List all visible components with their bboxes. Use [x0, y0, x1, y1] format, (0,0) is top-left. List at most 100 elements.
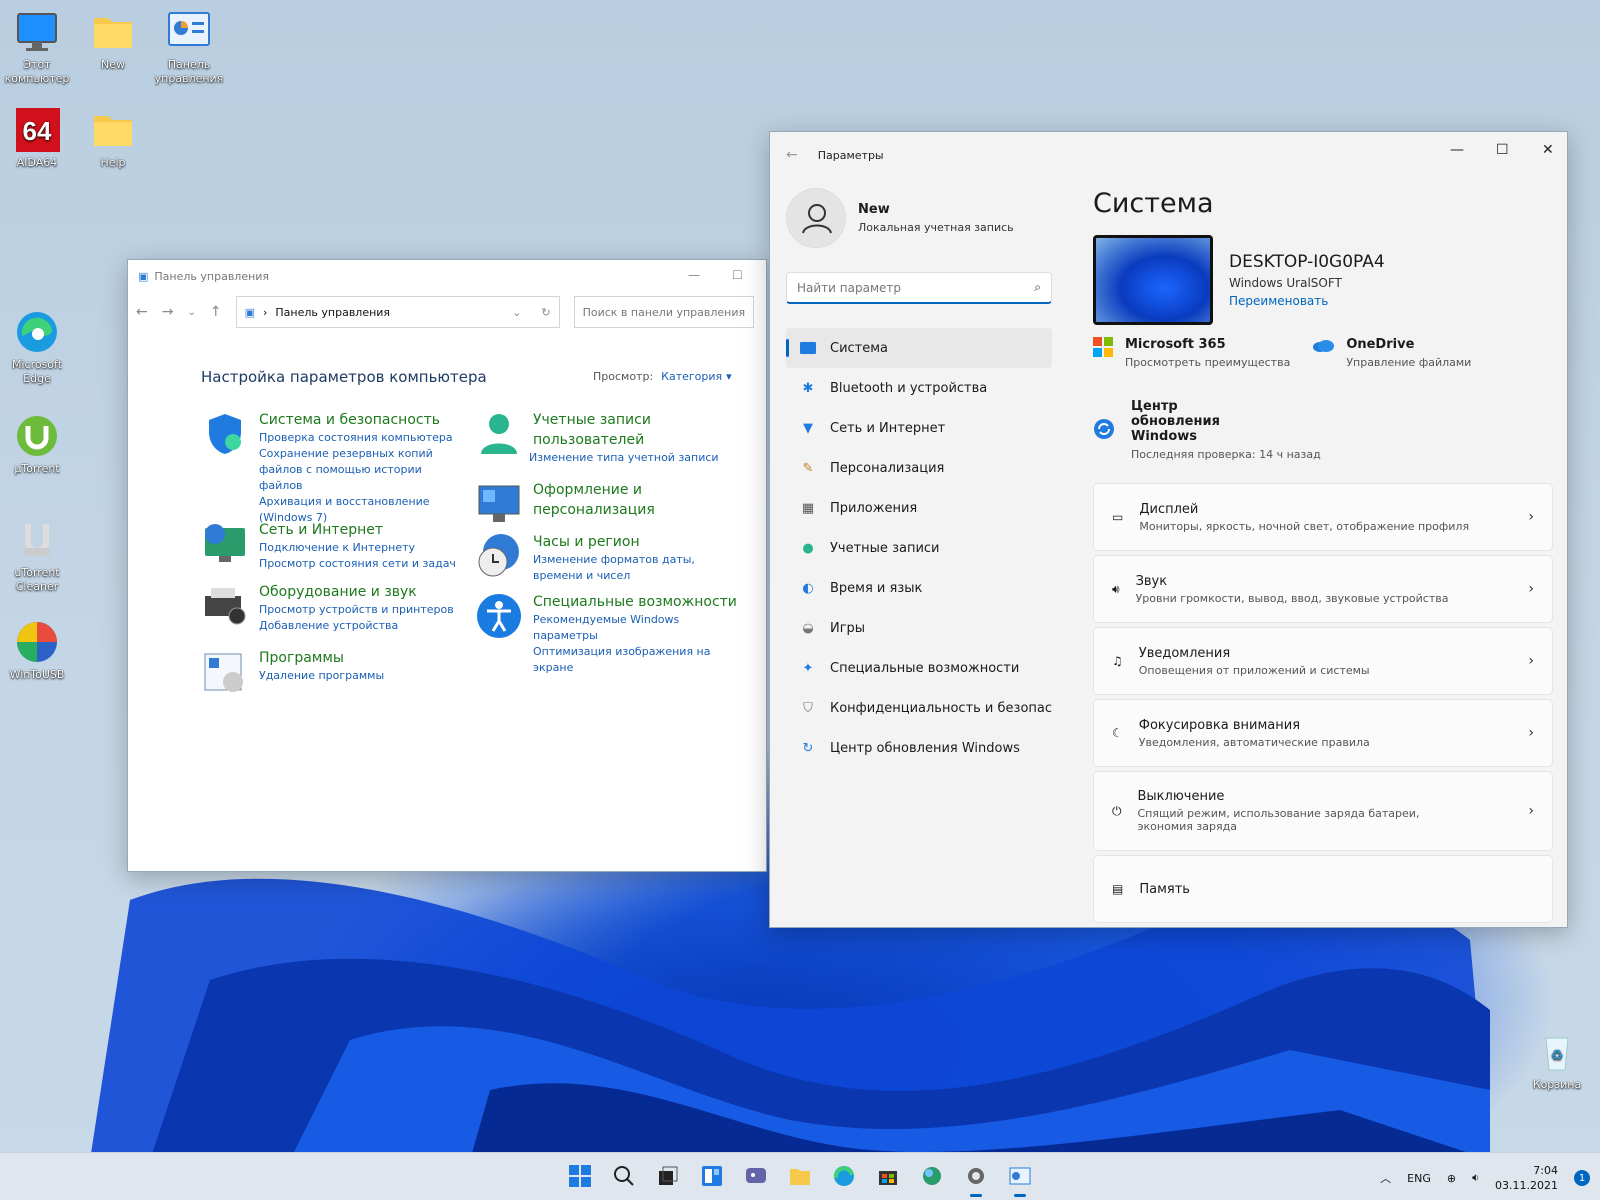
microsoft365-tile[interactable]: Microsoft 365 Просмотреть преимущества — [1093, 337, 1290, 369]
nav-item-accessibility[interactable]: ✦ Специальные возможности — [786, 648, 1052, 688]
nav-item-system[interactable]: Система — [786, 328, 1052, 368]
address-bar[interactable]: ▣ › Панель управления ⌄ ↻ — [235, 296, 560, 328]
desktop-icon-utorrent-cleaner[interactable]: uTorrent Cleaner — [0, 518, 74, 594]
nav-item-time-language[interactable]: ◐ Время и язык — [786, 568, 1052, 608]
category-title-link[interactable]: Специальные возможности — [533, 592, 737, 612]
back-arrow-icon[interactable]: ← — [786, 147, 798, 163]
up-button[interactable]: ↑ — [210, 304, 222, 320]
refresh-icon[interactable]: ↻ — [541, 306, 550, 319]
chat-button[interactable] — [741, 1163, 771, 1191]
close-button[interactable]: ✕ — [1542, 142, 1554, 158]
nav-label: Время и язык — [830, 580, 923, 596]
desktop-icon-utorrent[interactable]: µTorrent — [0, 414, 74, 476]
category-clock-region: Часы и регион Изменение форматов даты, в… — [475, 532, 740, 584]
category-sub-link[interactable]: Изменение типа учетной записи — [529, 450, 719, 466]
category-title-link[interactable]: Система и безопасность — [259, 410, 466, 430]
control-panel-taskbar-button[interactable] — [1005, 1163, 1035, 1197]
category-sub-link[interactable]: Сохранение резервных копий файлов с помо… — [259, 446, 466, 494]
card-display[interactable]: ▭ Дисплей Мониторы, яркость, ночной свет, … — [1093, 483, 1553, 551]
task-view-icon — [657, 1165, 679, 1190]
card-focus[interactable]: ☾ Фокусировка внимания Уведомления, автома… — [1093, 699, 1553, 767]
category-title-link[interactable]: Сеть и Интернет — [259, 520, 456, 540]
desktop-icon-new-folder[interactable]: New — [76, 10, 150, 72]
minimize-button[interactable]: — — [1450, 142, 1464, 158]
category-title-link[interactable]: Программы — [259, 648, 384, 668]
card-notifications[interactable]: ♫ Уведомления Оповещения от приложений и с… — [1093, 627, 1553, 695]
language-indicator[interactable]: ENG — [1407, 1172, 1431, 1185]
rename-link[interactable]: Переименовать — [1229, 294, 1385, 308]
folder-icon — [90, 108, 136, 152]
category-sub-link[interactable]: Добавление устройства — [259, 618, 454, 634]
caret-down-icon[interactable]: ▾ — [726, 370, 732, 383]
maximize-button[interactable]: ☐ — [732, 268, 743, 282]
minimize-button[interactable]: — — [688, 268, 700, 282]
recent-dropdown-button[interactable]: ⌄ — [187, 307, 195, 318]
desktop-icon-edge[interactable]: Microsoft Edge — [0, 310, 74, 386]
chevron-down-icon[interactable]: ⌄ — [512, 306, 521, 319]
network-app-button[interactable] — [917, 1163, 947, 1191]
task-view-button[interactable] — [653, 1163, 683, 1191]
category-sub-link[interactable]: Удаление программы — [259, 668, 384, 684]
device-info: DESKTOP-I0G0PA4 Windows UralSOFT Переиме… — [1093, 235, 1553, 325]
category-sub-link[interactable]: Оптимизация изображения на экране — [533, 644, 713, 676]
edge-button[interactable] — [829, 1163, 859, 1191]
nav-item-privacy[interactable]: ⛉ Конфиденциальность и безопасность — [786, 688, 1052, 728]
card-title: Выключение — [1137, 789, 1225, 804]
start-button[interactable] — [565, 1163, 595, 1191]
card-sound[interactable]: 🔊︎ Звук Уровни громкости, вывод, ввод, зву… — [1093, 555, 1553, 623]
card-desc: Уровни громкости, вывод, ввод, звуковые … — [1135, 591, 1449, 605]
desktop-icon-control-panel[interactable]: Панель управления — [152, 10, 226, 86]
desktop-icon-label: µTorrent — [14, 462, 60, 475]
control-panel-search[interactable]: Поиск в панели управления — [573, 296, 754, 328]
store-button[interactable] — [873, 1163, 903, 1191]
desktop-icon-wintousb[interactable]: WinToUSB — [0, 620, 74, 682]
settings-search-input[interactable]: Найти параметр ⌕ — [786, 272, 1052, 304]
view-dropdown[interactable]: Категория — [661, 370, 722, 383]
card-desc: Мониторы, яркость, ночной свет, отображе… — [1139, 519, 1470, 533]
bluetooth-icon: ✱ — [802, 380, 814, 396]
account-header[interactable]: New Локальная учетная запись — [786, 188, 1014, 248]
category-sub-link[interactable]: Просмотр устройств и принтеров — [259, 602, 454, 618]
taskbar-search-button[interactable] — [609, 1163, 639, 1191]
nav-item-gaming[interactable]: ◒ Игры — [786, 608, 1052, 648]
file-explorer-button[interactable] — [785, 1163, 815, 1191]
windows-update-tile[interactable]: Центр обновления Windows Последняя провер… — [1093, 399, 1553, 461]
volume-icon[interactable]: 🔉︎ — [1472, 1171, 1479, 1185]
widgets-button[interactable] — [697, 1163, 727, 1191]
desktop-icon-this-pc[interactable]: Этот компьютер — [0, 10, 74, 86]
category-title-link[interactable]: Оформление и персонализация — [533, 480, 673, 520]
maximize-button[interactable]: ☐ — [1496, 142, 1509, 158]
nav-item-apps[interactable]: ▦ Приложения — [786, 488, 1052, 528]
card-power[interactable]: ⏻ Выключение Спящий режим, использование з… — [1093, 771, 1553, 851]
network-icon[interactable]: ⊕ — [1447, 1172, 1456, 1185]
desktop-icon-label: Панель управления — [154, 58, 224, 85]
desktop-icon-recycle-bin[interactable]: ♻ Корзина — [1520, 1030, 1594, 1092]
search-icon[interactable]: ⌕ — [1034, 280, 1041, 295]
card-storage[interactable]: ▤ Память — [1093, 855, 1553, 923]
category-sub-link[interactable]: Просмотр состояния сети и задач — [259, 556, 456, 572]
nav-item-bluetooth[interactable]: ✱ Bluetooth и устройства — [786, 368, 1052, 408]
back-button[interactable]: ← — [136, 304, 148, 320]
onedrive-tile[interactable]: OneDrive Управление файлами — [1312, 337, 1471, 369]
desktop-icon-label: Microsoft Edge — [11, 358, 63, 385]
desktop-icon-aida64[interactable]: 64 AIDA64 — [0, 108, 74, 170]
settings-taskbar-button[interactable] — [961, 1163, 991, 1197]
nav-item-personalization[interactable]: ✎ Персонализация — [786, 448, 1052, 488]
category-title-link[interactable]: Учетные записи пользователей — [533, 410, 663, 450]
nav-item-network[interactable]: ▼ Сеть и Интернет — [786, 408, 1052, 448]
person-icon: ● — [802, 540, 814, 556]
category-sub-link[interactable]: Рекомендуемые Windows параметры — [533, 612, 683, 644]
notification-badge[interactable]: 1 — [1574, 1170, 1590, 1186]
category-title-link[interactable]: Оборудование и звук — [259, 582, 454, 602]
search-placeholder: Найти параметр — [797, 280, 901, 295]
nav-item-windows-update[interactable]: ↻ Центр обновления Windows — [786, 728, 1052, 768]
category-sub-link[interactable]: Проверка состояния компьютера — [259, 430, 466, 446]
category-sub-link[interactable]: Изменение форматов даты, времени и чисел — [533, 552, 740, 584]
nav-item-accounts[interactable]: ● Учетные записи — [786, 528, 1052, 568]
chevron-up-icon[interactable]: ︿ — [1380, 1170, 1391, 1186]
category-sub-link[interactable]: Подключение к Интернету — [259, 540, 456, 556]
category-title-link[interactable]: Часы и регион — [533, 532, 740, 552]
clock[interactable]: 7:04 03.11.2021 — [1495, 1163, 1558, 1193]
desktop-icon-help-folder[interactable]: Help — [76, 108, 150, 170]
forward-button[interactable]: → — [162, 304, 174, 320]
